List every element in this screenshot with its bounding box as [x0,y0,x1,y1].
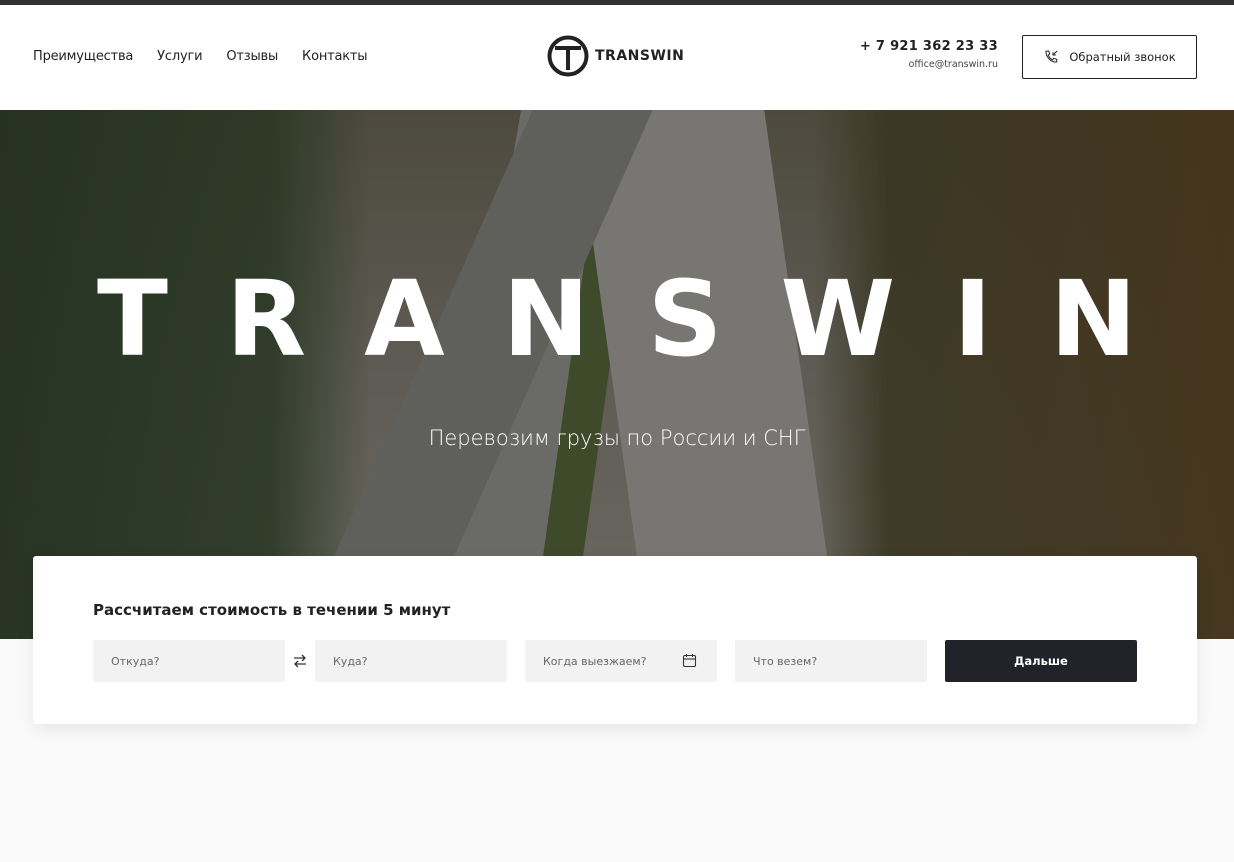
contact-info: + 7 921 362 23 33 office@transwin.ru [860,39,998,70]
nav-link-services[interactable]: Услуги [157,49,202,64]
to-field[interactable] [315,640,507,682]
site-header: Преимущества Услуги Отзывы Контакты TRAN… [0,5,1234,110]
callback-label: Обратный звонок [1069,50,1176,64]
nav-link-contacts[interactable]: Контакты [302,49,368,64]
logo-icon [547,35,589,77]
cost-calculator: Рассчитаем стоимость в течении 5 минут Д… [33,556,1197,724]
main-nav: Преимущества Услуги Отзывы Контакты [33,49,368,64]
swap-icon[interactable] [291,652,309,670]
phone-callback-icon [1045,50,1058,63]
next-button[interactable]: Дальше [945,640,1137,682]
date-input[interactable] [543,654,693,668]
calendar-icon[interactable] [682,653,697,668]
hero-subtitle: Перевозим грузы по России и СНГ [428,426,806,450]
hero-title: TRANSWIN [97,258,1195,380]
cargo-field[interactable] [735,640,927,682]
nav-link-advantages[interactable]: Преимущества [33,49,133,64]
nav-link-reviews[interactable]: Отзывы [226,49,278,64]
email-address[interactable]: office@transwin.ru [860,59,998,70]
callback-button[interactable]: Обратный звонок [1022,35,1197,79]
to-input[interactable] [333,654,483,668]
cargo-input[interactable] [753,654,903,668]
logo[interactable]: TRANSWIN [547,35,684,77]
logo-text: TRANSWIN [595,48,685,64]
phone-number[interactable]: + 7 921 362 23 33 [860,39,998,54]
date-field[interactable] [525,640,717,682]
from-field[interactable] [93,640,285,682]
calculator-title: Рассчитаем стоимость в течении 5 минут [93,601,451,619]
from-input[interactable] [111,654,261,668]
